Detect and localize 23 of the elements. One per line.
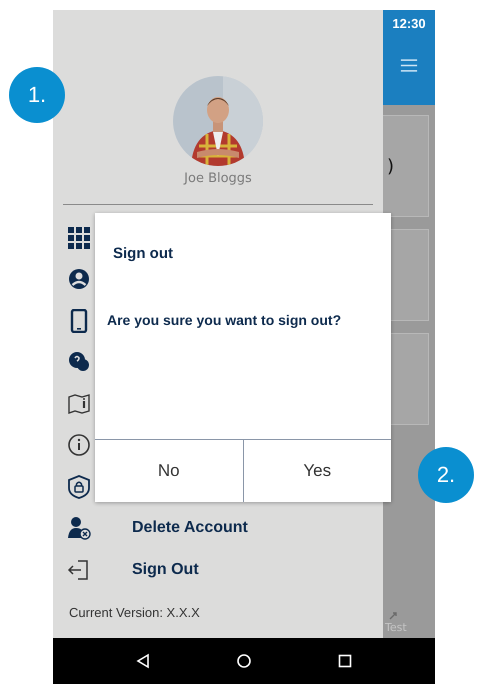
dialog-title: Sign out [113,245,174,262]
no-button[interactable]: No [95,440,242,502]
recents-icon[interactable] [336,653,353,669]
partial-text: ) [387,156,394,176]
user-icon[interactable] [67,267,91,292]
step-marker: 1. [9,67,65,123]
menu-item[interactable]: Delete Account [132,519,248,538]
status-time: 12:30 [392,16,426,31]
dialog-message: Are you sure you want to sign out? [107,312,342,328]
shield-lock-icon[interactable] [67,474,91,499]
menu-icon[interactable] [400,59,418,72]
home-icon[interactable] [236,653,252,669]
exit-icon[interactable] [67,558,91,582]
user-remove-icon[interactable] [67,516,91,540]
back-icon[interactable] [135,653,152,669]
version-label: Current Version: X.X.X [69,604,201,620]
yes-button[interactable]: Yes [242,440,391,502]
step-marker: 2. [418,447,474,503]
grid-icon[interactable] [67,226,91,250]
user-name: Joe Bloggs [184,171,252,186]
map-info-icon[interactable] [67,392,91,416]
info-icon[interactable] [67,433,91,458]
menu-item[interactable]: Sign Out [132,560,199,579]
